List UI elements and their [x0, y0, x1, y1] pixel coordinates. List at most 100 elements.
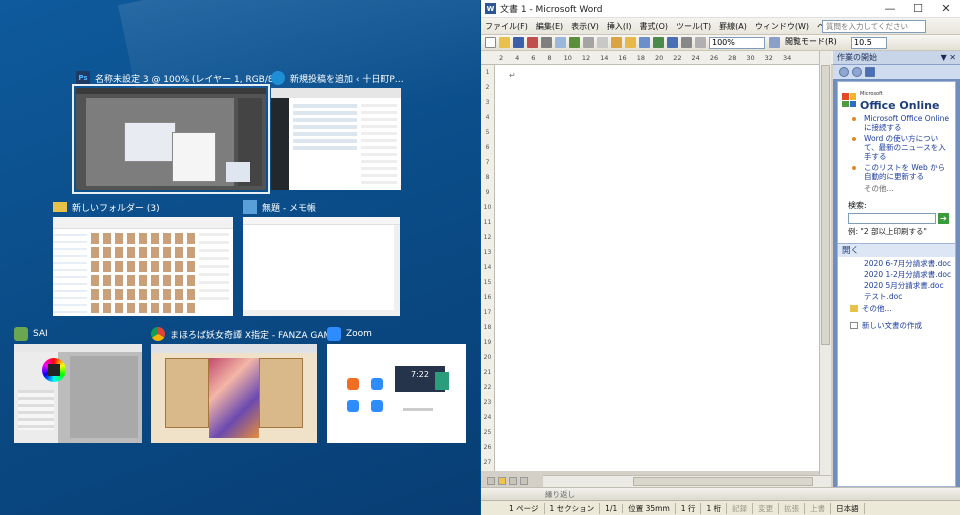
status-track-changes[interactable]: 変更: [753, 502, 780, 514]
link-news[interactable]: Word の使い方について、最新のニュースを入手する: [838, 132, 955, 161]
show-hide-icon[interactable]: [695, 37, 706, 48]
open-more-link[interactable]: その他...: [838, 301, 955, 314]
search-go-button[interactable]: ➔: [938, 213, 949, 224]
scroll-thumb[interactable]: [633, 477, 813, 486]
recent-file[interactable]: テスト.doc: [838, 290, 955, 301]
scroll-thumb[interactable]: [821, 65, 830, 345]
document-page[interactable]: ↵: [495, 65, 819, 471]
vruler-tick: 17: [483, 309, 492, 316]
window-card-sai[interactable]: SAI: [14, 325, 142, 443]
minimize-button[interactable]: —: [876, 2, 904, 15]
table-icon[interactable]: [667, 37, 678, 48]
window-thumbnail[interactable]: [53, 217, 233, 316]
horizontal-ruler[interactable]: 2 4 6 8 10 12 14 16 18 20 22 24 26 28 30…: [481, 51, 833, 65]
window-card-notepad[interactable]: 無題 - メモ帳: [243, 198, 400, 316]
format-painter-icon[interactable]: [625, 37, 636, 48]
menu-file[interactable]: ファイル(F): [481, 21, 532, 32]
window-thumbnail[interactable]: [271, 88, 401, 190]
recent-file[interactable]: 2020 6-7月分請求書.doc: [838, 257, 955, 268]
link-update-list[interactable]: このリストを Web から自動的に更新する: [838, 161, 955, 181]
window-card-zoom[interactable]: Zoom 7:22: [327, 325, 466, 443]
ruler-tick: 6: [531, 53, 536, 62]
vruler-tick: 2: [485, 84, 490, 91]
save-icon[interactable]: [513, 37, 524, 48]
horizontal-scrollbar[interactable]: [543, 475, 831, 487]
font-size-select[interactable]: 10.5: [851, 36, 887, 49]
status-extend[interactable]: 拡張: [779, 502, 806, 514]
copy-icon[interactable]: [597, 37, 608, 48]
menu-insert[interactable]: 挿入(I): [603, 21, 636, 32]
menu-window[interactable]: ウィンドウ(W): [751, 21, 813, 32]
print-preview-icon[interactable]: [555, 37, 566, 48]
menu-edit[interactable]: 編集(E): [532, 21, 567, 32]
vruler-tick: 27: [483, 459, 492, 466]
window-card-explorer[interactable]: 新しいフォルダー (3): [53, 198, 233, 316]
task-pane-nav: [833, 65, 960, 79]
columns-icon[interactable]: [681, 37, 692, 48]
outline-view-icon[interactable]: [509, 477, 517, 485]
window-thumbnail[interactable]: [243, 217, 400, 316]
permission-icon[interactable]: [527, 37, 538, 48]
window-card-chrome[interactable]: まほろば妖女奇譚 X指定 - FANZA GAM…: [151, 325, 340, 443]
ruler-tick: 24: [691, 53, 700, 62]
vruler-tick: 15: [483, 279, 492, 286]
ask-question-input[interactable]: 質問を入力してください: [822, 20, 926, 33]
home-icon[interactable]: [865, 67, 875, 77]
cut-icon[interactable]: [583, 37, 594, 48]
hyperlink-icon[interactable]: [653, 37, 664, 48]
window-thumbnail[interactable]: [72, 84, 270, 194]
normal-view-icon[interactable]: [487, 477, 495, 485]
undo-icon[interactable]: [639, 37, 650, 48]
forward-icon[interactable]: [852, 67, 862, 77]
reading-mode-button[interactable]: 閲覧モード(R): [783, 37, 839, 49]
office-logo-icon: [842, 93, 856, 107]
vruler-tick: 8: [485, 174, 490, 181]
draw-label[interactable]: 縁り返し: [545, 489, 575, 500]
vruler-tick: 12: [483, 234, 492, 241]
task-pane-menu-icon[interactable]: ▼ ✕: [941, 53, 956, 62]
open-more-text: その他...: [862, 304, 892, 313]
close-button[interactable]: ✕: [932, 2, 960, 15]
print-icon[interactable]: [541, 37, 552, 48]
vruler-tick: 14: [483, 264, 492, 271]
window-card-title: 新しいフォルダー (3): [53, 198, 160, 216]
window-thumbnail[interactable]: 7:22: [327, 344, 466, 443]
new-document-icon[interactable]: [485, 37, 496, 48]
more-link[interactable]: その他...: [838, 181, 955, 194]
open-icon[interactable]: [499, 37, 510, 48]
zoom-select[interactable]: 100%: [709, 36, 765, 49]
window-card-edge[interactable]: 新規投稿を追加 ‹ 十日町P…: [271, 69, 404, 190]
print-layout-icon[interactable]: [498, 477, 506, 485]
window-thumbnail[interactable]: [14, 344, 142, 443]
ruler-tick: 30: [746, 53, 755, 62]
help-icon[interactable]: [769, 37, 780, 48]
vertical-ruler[interactable]: 1 2 3 4 5 6 7 8 9 10 11 12 13 14 15 16 17 18 19 20 21 22 23 24 2…: [481, 65, 495, 471]
vertical-scrollbar[interactable]: [819, 51, 831, 477]
menu-format[interactable]: 書式(O): [635, 21, 672, 32]
spelling-icon[interactable]: [569, 37, 580, 48]
vruler-tick: 6: [485, 144, 490, 151]
vruler-tick: 26: [483, 444, 492, 451]
menu-table[interactable]: 罫線(A): [715, 21, 751, 32]
status-bar: 1 ページ 1 セクション 1/1 位置 35mm 1 行 1 桁 記録 変更 …: [481, 500, 960, 515]
menu-tools[interactable]: ツール(T): [672, 21, 715, 32]
paste-icon[interactable]: [611, 37, 622, 48]
ruler-tick: 22: [673, 53, 682, 62]
link-connect-online[interactable]: Microsoft Office Online に接続する: [838, 112, 955, 132]
recent-file[interactable]: 2020 5月分請求書.doc: [838, 279, 955, 290]
status-record[interactable]: 記録: [727, 502, 754, 514]
window-title-text: 名称未設定 3 @ 100% (レイヤー 1, RGB/8) *: [95, 74, 285, 85]
window-thumbnail[interactable]: [151, 344, 317, 443]
reading-view-icon[interactable]: [520, 477, 528, 485]
maximize-button[interactable]: ☐: [904, 2, 932, 15]
new-document-link[interactable]: 新しい文書の作成: [838, 318, 955, 331]
window-card-photoshop[interactable]: Ps 名称未設定 3 @ 100% (レイヤー 1, RGB/8) *: [72, 69, 284, 194]
status-overtype[interactable]: 上書: [805, 502, 832, 514]
ruler-tick: 28: [728, 53, 737, 62]
menu-view[interactable]: 表示(V): [567, 21, 603, 32]
recent-file[interactable]: 2020 1-2月分請求書.doc: [838, 268, 955, 279]
back-icon[interactable]: [839, 67, 849, 77]
status-page-count: 1/1: [600, 503, 624, 513]
vruler-tick: 24: [483, 414, 492, 421]
search-input[interactable]: [848, 213, 936, 224]
